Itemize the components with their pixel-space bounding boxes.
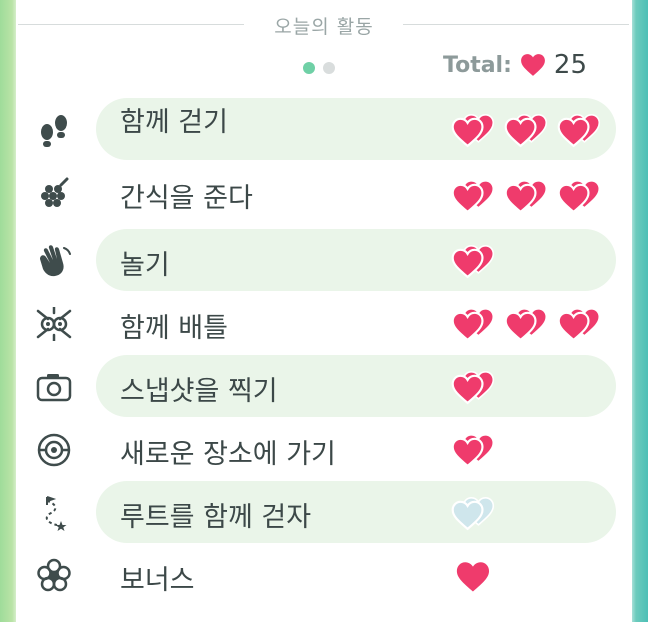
activity-hearts: [450, 493, 496, 535]
battle-icon: [34, 304, 74, 344]
activity-hearts: [450, 241, 496, 283]
activity-label: 놀기: [120, 250, 170, 281]
double-heart-icon: [451, 244, 495, 279]
page-indicator[interactable]: [303, 62, 335, 74]
heart-icon: [456, 562, 490, 592]
total-value: 25: [553, 50, 587, 80]
activity-pill: [96, 229, 616, 291]
activity-row-route: 루트를 함께 걷자: [0, 481, 648, 545]
activity-hearts: [450, 556, 496, 598]
total-hearts: Total: 25: [443, 50, 587, 80]
waving-hand-icon: [34, 241, 74, 281]
activity-row-bonus: 보너스: [0, 544, 648, 608]
total-label: Total:: [443, 52, 512, 78]
activity-row-treat: 간식을 준다: [0, 166, 648, 230]
double-heart-icon: [451, 113, 495, 148]
flower-icon: [34, 556, 74, 596]
activity-hearts: [450, 304, 602, 346]
activity-hearts: [450, 110, 602, 152]
double-heart-icon: [504, 307, 548, 342]
activity-label: 함께 배틀: [120, 313, 228, 344]
activity-row-new-place: 새로운 장소에 가기: [0, 418, 648, 482]
page-dot-active[interactable]: [303, 62, 315, 74]
activity-row-snapshot: 스냅샷을 찍기: [0, 355, 648, 419]
double-heart-icon: [557, 307, 601, 342]
activity-hearts: [450, 367, 496, 409]
footprints-icon: [34, 110, 74, 150]
activity-label: 새로운 장소에 가기: [120, 439, 336, 470]
double-heart-icon: [451, 179, 495, 214]
activity-label: 루트를 함께 걷자: [120, 502, 312, 533]
double-heart-icon: [504, 179, 548, 214]
activity-hearts: [450, 176, 602, 218]
activity-label: 스냅샷을 찍기: [120, 376, 278, 407]
double-heart-icon: [451, 433, 495, 468]
activity-label: 함께 걷기: [120, 107, 228, 138]
double-heart-icon: [451, 307, 495, 342]
page-dot-inactive[interactable]: [323, 62, 335, 74]
camera-icon: [34, 367, 74, 407]
activity-row-play: 놀기: [0, 229, 648, 293]
double-heart-icon: [557, 179, 601, 214]
activity-row-walk: 함께 걷기: [0, 98, 648, 162]
page-title: 오늘의 활동: [274, 16, 374, 38]
activity-hearts: [450, 430, 496, 472]
berry-icon: [34, 174, 74, 214]
heart-icon: [520, 54, 545, 76]
route-icon: [34, 493, 74, 533]
double-heart-icon: [451, 496, 495, 531]
activity-label: 보너스: [120, 565, 195, 596]
double-heart-icon: [557, 113, 601, 148]
activity-label: 간식을 준다: [120, 183, 253, 214]
pokestop-icon: [34, 430, 74, 470]
double-heart-icon: [504, 113, 548, 148]
activity-row-battle: 함께 배틀: [0, 292, 648, 356]
double-heart-icon: [451, 370, 495, 405]
